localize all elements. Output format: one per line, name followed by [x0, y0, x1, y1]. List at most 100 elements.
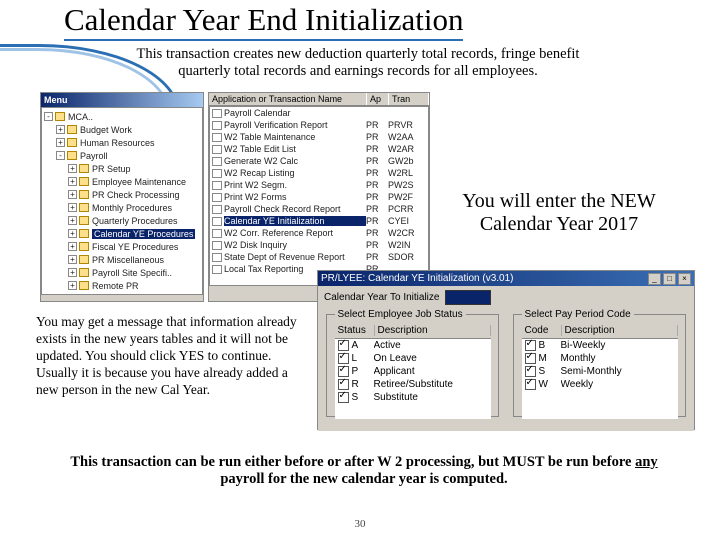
- footer-any: any: [635, 454, 658, 470]
- tree-node[interactable]: -Payroll: [44, 149, 200, 162]
- doc-icon: [212, 241, 222, 250]
- page-number: 30: [0, 518, 720, 530]
- menu-tree-panel: Menu -MCA..+Budget Work+Human Resources-…: [40, 92, 204, 302]
- tree-node[interactable]: +Budget Work: [44, 123, 200, 136]
- list-row[interactable]: State Dept of Revenue ReportPRSDOR: [210, 251, 428, 263]
- job-status-group: Select Employee Job Status Status Descri…: [326, 309, 499, 417]
- menu-title-text: Menu: [44, 95, 68, 105]
- doc-icon: [212, 205, 222, 214]
- list-header: Application or Transaction Name Ap Tran: [209, 93, 429, 106]
- doc-icon: [212, 217, 222, 226]
- doc-icon: [212, 169, 222, 178]
- group-row[interactable]: SSubstitute: [335, 391, 491, 404]
- calendar-year-label: Calendar Year To Initialize: [324, 292, 439, 303]
- tree-subnode[interactable]: +PR Setup: [44, 162, 200, 175]
- group-row[interactable]: WWeekly: [522, 378, 678, 391]
- group-row[interactable]: BBi-Weekly: [522, 339, 678, 352]
- tree-subnode[interactable]: +Remote PR: [44, 279, 200, 292]
- group-row[interactable]: AActive: [335, 339, 491, 352]
- menu-titlebar: Menu: [41, 93, 203, 107]
- doc-icon: [212, 229, 222, 238]
- checkbox[interactable]: [525, 340, 536, 351]
- tree-subnode[interactable]: +PR Check Processing: [44, 188, 200, 201]
- list-row[interactable]: W2 Disk InquiryPRW2IN: [210, 239, 428, 251]
- subtitle: This transaction creates new deduction q…: [78, 46, 638, 80]
- checkbox[interactable]: [525, 366, 536, 377]
- doc-icon: [212, 121, 222, 130]
- close-icon[interactable]: ×: [678, 273, 691, 285]
- doc-icon: [212, 253, 222, 262]
- footer-a: This transaction can be run either befor…: [70, 454, 635, 470]
- tree-subnode[interactable]: +PR Miscellaneous: [44, 253, 200, 266]
- footer-b: payroll for the new calendar year is com…: [220, 471, 507, 487]
- list-row[interactable]: Print W2 Segm.PRPW2S: [210, 179, 428, 191]
- maximize-icon[interactable]: □: [663, 273, 676, 285]
- checkbox[interactable]: [338, 366, 349, 377]
- group-row[interactable]: LOn Leave: [335, 352, 491, 365]
- callout-line2: Calendar Year 2017: [480, 213, 638, 235]
- subtitle-line2: quarterly total records and earnings rec…: [178, 63, 538, 79]
- transaction-list[interactable]: Payroll CalendarPayroll Verification Rep…: [209, 106, 429, 286]
- checkbox[interactable]: [338, 340, 349, 351]
- calendar-year-input[interactable]: [445, 290, 491, 305]
- note-text: You may get a message that information a…: [36, 314, 304, 398]
- pay-period-group: Select Pay Period Code Code Description …: [513, 309, 686, 417]
- job-status-col-desc: Description: [375, 325, 491, 336]
- pay-period-legend: Select Pay Period Code: [522, 309, 634, 320]
- doc-icon: [212, 181, 222, 190]
- tree-node[interactable]: +Human Resources: [44, 136, 200, 149]
- tree-root[interactable]: -MCA..: [44, 110, 200, 123]
- checkbox[interactable]: [338, 353, 349, 364]
- tree-subnode[interactable]: +Fiscal YE Procedures: [44, 240, 200, 253]
- group-row[interactable]: SSemi-Monthly: [522, 365, 678, 378]
- tree-subnode[interactable]: +Employee Maintenance: [44, 175, 200, 188]
- list-row[interactable]: Payroll Calendar: [210, 107, 428, 119]
- list-row[interactable]: W2 Table MaintenancePRW2AA: [210, 131, 428, 143]
- doc-icon: [212, 133, 222, 142]
- group-row[interactable]: MMonthly: [522, 352, 678, 365]
- page-title: Calendar Year End Initialization: [64, 2, 463, 41]
- subtitle-line1: This transaction creates new deduction q…: [137, 46, 580, 62]
- list-col-tran: Tran: [389, 93, 429, 105]
- checkbox[interactable]: [338, 392, 349, 403]
- footer-note: This transaction can be run either befor…: [56, 454, 672, 488]
- group-row[interactable]: RRetiree/Substitute: [335, 378, 491, 391]
- cyei-dialog: PR/LYEE: Calendar YE Initialization (v3.…: [317, 270, 695, 430]
- job-status-legend: Select Employee Job Status: [335, 309, 466, 320]
- list-col-name: Application or Transaction Name: [209, 93, 367, 105]
- doc-icon: [212, 157, 222, 166]
- dialog-titlebar: PR/LYEE: Calendar YE Initialization (v3.…: [318, 271, 694, 286]
- group-row[interactable]: PApplicant: [335, 365, 491, 378]
- job-status-col-status: Status: [335, 325, 375, 336]
- tree-subnode[interactable]: +Calendar YE Procedures: [44, 227, 200, 240]
- doc-icon: [212, 145, 222, 154]
- tree-subnode[interactable]: +Payroll Site Specifi..: [44, 266, 200, 279]
- checkbox[interactable]: [525, 379, 536, 390]
- menu-tree[interactable]: -MCA..+Budget Work+Human Resources-Payro…: [41, 107, 203, 295]
- pay-period-list[interactable]: BBi-WeeklyMMonthlySSemi-MonthlyWWeekly: [522, 339, 678, 419]
- list-row[interactable]: Payroll Verification ReportPRPRVR: [210, 119, 428, 131]
- doc-icon: [212, 193, 222, 202]
- list-row[interactable]: Payroll Check Record ReportPRPCRR: [210, 203, 428, 215]
- list-row[interactable]: W2 Corr. Reference ReportPRW2CR: [210, 227, 428, 239]
- list-row[interactable]: Generate W2 CalcPRGW2b: [210, 155, 428, 167]
- callout-line1: You will enter the NEW: [462, 190, 656, 212]
- pay-period-col-desc: Description: [562, 325, 678, 336]
- dialog-title-text: PR/LYEE: Calendar YE Initialization (v3.…: [321, 273, 514, 284]
- doc-icon: [212, 109, 222, 118]
- callout-text: You will enter the NEW Calendar Year 201…: [434, 190, 684, 236]
- tree-subnode[interactable]: +Quarterly Procedures: [44, 214, 200, 227]
- list-row[interactable]: Print W2 FormsPRPW2F: [210, 191, 428, 203]
- tree-node[interactable]: +Project Accounting: [44, 292, 200, 295]
- pay-period-col-code: Code: [522, 325, 562, 336]
- checkbox[interactable]: [338, 379, 349, 390]
- job-status-list[interactable]: AActiveLOn LeavePApplicantRRetiree/Subst…: [335, 339, 491, 419]
- doc-icon: [212, 265, 222, 274]
- list-row[interactable]: Calendar YE InitializationPRCYEI: [210, 215, 428, 227]
- list-row[interactable]: W2 Table Edit ListPRW2AR: [210, 143, 428, 155]
- list-row[interactable]: W2 Recap ListingPRW2RL: [210, 167, 428, 179]
- list-col-ap: Ap: [367, 93, 389, 105]
- checkbox[interactable]: [525, 353, 536, 364]
- tree-subnode[interactable]: +Monthly Procedures: [44, 201, 200, 214]
- minimize-icon[interactable]: _: [648, 273, 661, 285]
